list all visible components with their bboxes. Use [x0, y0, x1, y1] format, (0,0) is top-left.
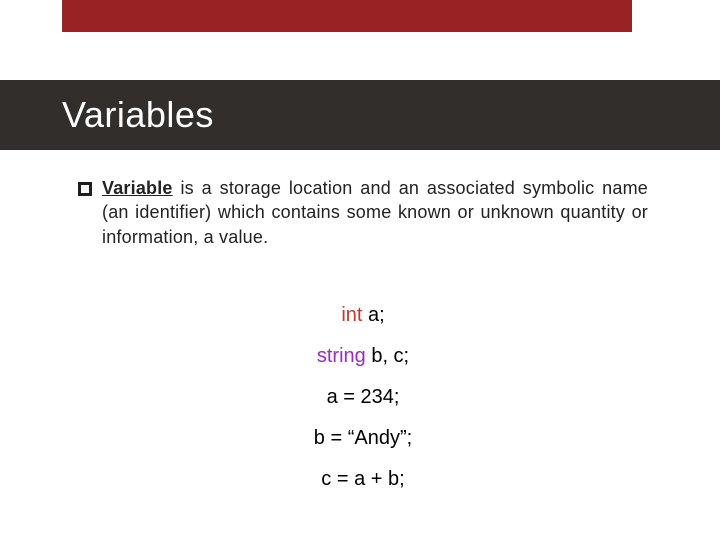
definition-text: Variable is a storage location and an as…	[102, 176, 648, 249]
keyword-int: int	[341, 304, 362, 326]
slide-title: Variables	[0, 94, 214, 136]
keyword-string: string	[317, 345, 366, 367]
bullet-item: Variable is a storage location and an as…	[78, 176, 648, 249]
code-line-5: c = a + b;	[78, 459, 648, 500]
square-bullet-icon	[78, 182, 92, 196]
code-line-2-rest: b, c;	[366, 345, 409, 367]
code-block: int a; string b, c; a = 234; b = “Andy”;…	[78, 295, 648, 500]
code-line-4: b = “Andy”;	[78, 418, 648, 459]
definition-term: Variable	[102, 178, 173, 198]
code-line-1-rest: a;	[362, 304, 384, 326]
code-line-2: string b, c;	[78, 336, 648, 377]
definition-rest: is a storage location and an associated …	[102, 178, 648, 247]
code-line-1: int a;	[78, 295, 648, 336]
content-area: Variable is a storage location and an as…	[78, 176, 648, 500]
title-band: Variables	[0, 80, 720, 150]
slide: Variables Variable is a storage location…	[0, 0, 720, 540]
code-line-3: a = 234;	[78, 377, 648, 418]
top-accent-bar	[62, 0, 632, 32]
